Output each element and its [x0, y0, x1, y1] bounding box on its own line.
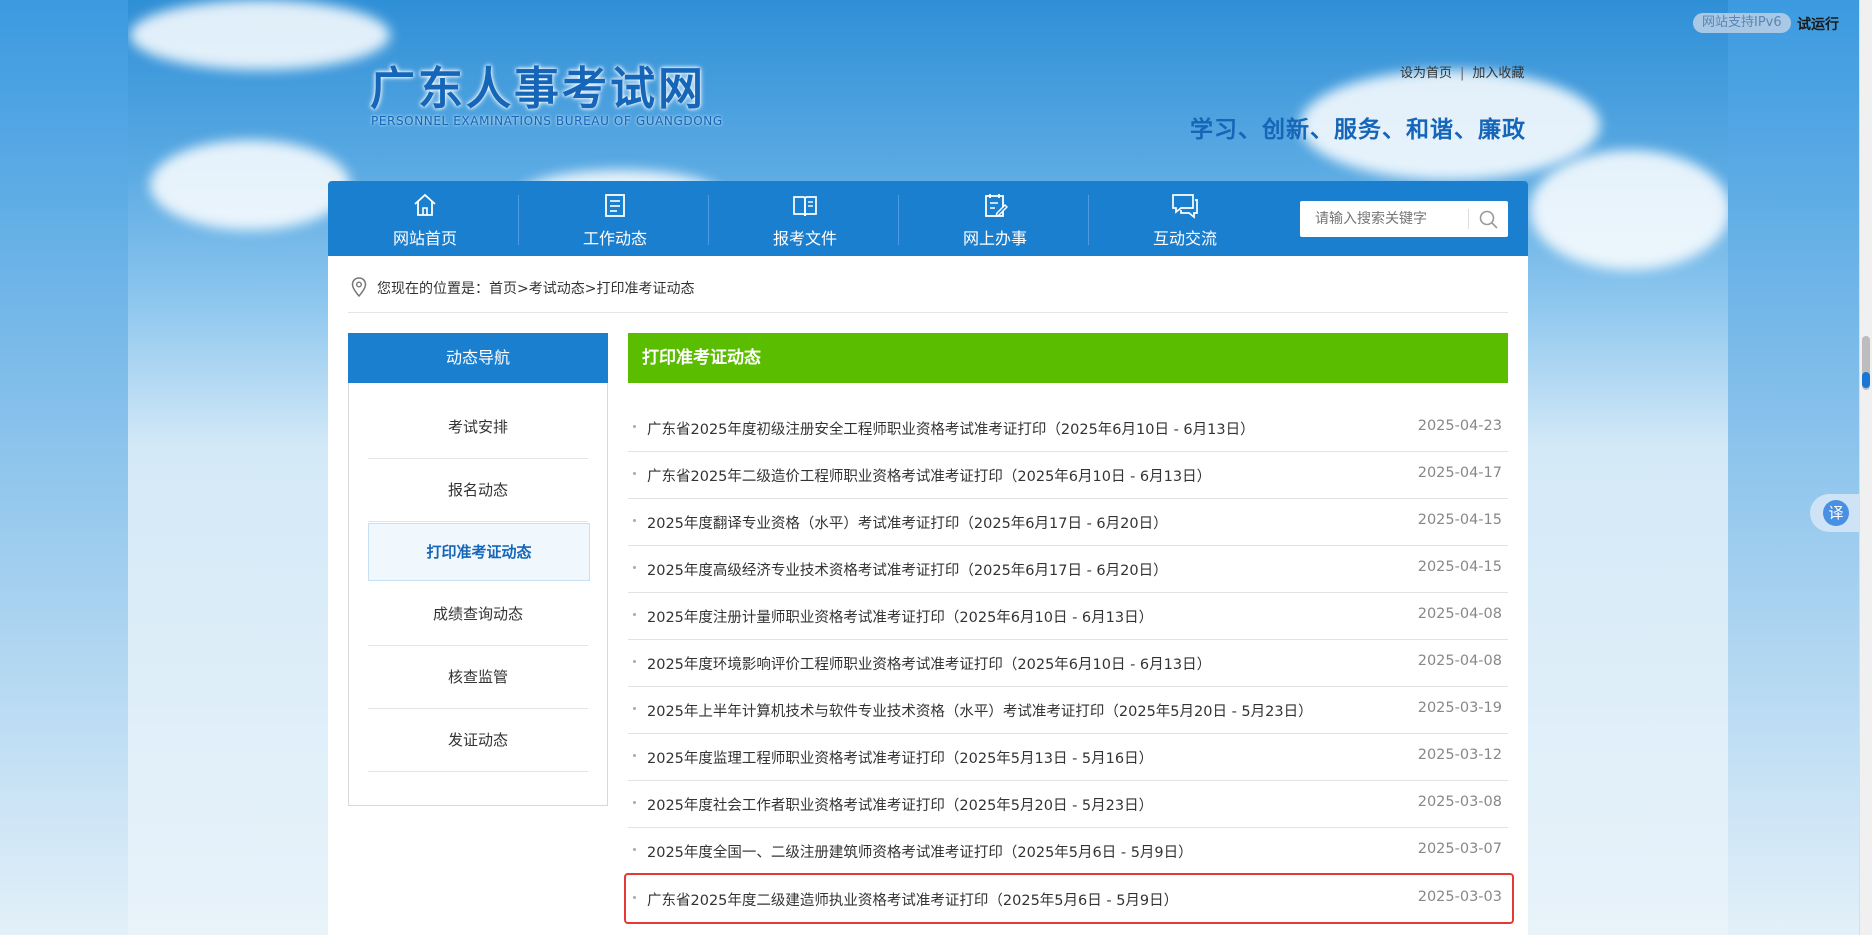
list-item-title[interactable]: 2025年上半年计算机技术与软件专业技术资格（水平）考试准考证打印（2025年5… [647, 700, 1313, 721]
cloud-decoration [1530, 150, 1730, 270]
list-doc-icon [605, 194, 625, 217]
sidebar-item-score-query[interactable]: 成绩查询动态 [368, 583, 588, 646]
site-slogan: 学习、创新、服务、和谐、廉政 [1190, 117, 1526, 143]
bullet-dot [633, 519, 636, 522]
sidebar-item-registration[interactable]: 报名动态 [368, 459, 588, 522]
set-home-link[interactable]: 设为首页 [1400, 66, 1452, 81]
site-search [1300, 201, 1508, 237]
scrollbar-indicator [1862, 372, 1870, 388]
sidebar-title: 动态导航 [348, 333, 608, 383]
sidebar-item-exam-schedule[interactable]: 考试安排 [368, 396, 588, 459]
list-item-title[interactable]: 2025年度社会工作者职业资格考试准考证打印（2025年5月20日 - 5月23… [647, 794, 1153, 815]
list-item[interactable]: 2025年度环境影响评价工程师职业资格考试准考证打印（2025年6月10日 - … [628, 639, 1508, 687]
list-item[interactable]: 2025年度监理工程师职业资格考试准考证打印（2025年5月13日 - 5月16… [628, 733, 1508, 781]
list-item[interactable]: 2025年度翻译专业资格（水平）考试准考证打印（2025年6月17日 - 6月2… [628, 498, 1508, 546]
top-links: 设为首页 | 加入收藏 [1400, 62, 1524, 81]
list-item-date: 2025-03-08 [1417, 794, 1502, 810]
bullet-dot [633, 707, 636, 710]
bullet-dot [633, 425, 636, 428]
location-pin-icon [351, 277, 367, 298]
cloud-decoration [150, 140, 350, 230]
list-item-date: 2025-04-08 [1417, 606, 1502, 622]
translate-float-button[interactable]: 译 [1810, 494, 1860, 532]
sidebar-item-admission-print[interactable]: 打印准考证动态 [368, 523, 590, 581]
bullet-dot [633, 472, 636, 475]
list-item[interactable]: 2025年上半年计算机技术与软件专业技术资格（水平）考试准考证打印（2025年5… [628, 686, 1508, 734]
nav-divider [708, 195, 709, 245]
nav-item-label: 网上办事 [962, 229, 1027, 248]
search-input[interactable] [1300, 201, 1473, 237]
translate-icon: 译 [1823, 500, 1849, 526]
link-separator: | [1460, 66, 1465, 81]
list-item-title[interactable]: 2025年度环境影响评价工程师职业资格考试准考证打印（2025年6月10日 - … [647, 653, 1211, 674]
nav-divider [1088, 195, 1089, 245]
nav-item-label: 互动交流 [1152, 229, 1217, 248]
list-item-title[interactable]: 2025年度监理工程师职业资格考试准考证打印（2025年5月13日 - 5月16… [647, 747, 1153, 768]
list-item-title[interactable]: 广东省2025年二级造价工程师职业资格考试准考证打印（2025年6月10日 - … [647, 465, 1211, 486]
nav-item-interaction[interactable]: 互动交流 [1090, 181, 1280, 256]
list-item-title[interactable]: 2025年度全国一、二级注册建筑师资格考试准考证打印（2025年5月6日 - 5… [647, 841, 1193, 862]
page-scrollbar[interactable] [1859, 0, 1872, 935]
nav-item-label: 报考文件 [772, 229, 837, 248]
nav-item-home[interactable]: 网站首页 [330, 181, 520, 256]
list-item[interactable]: 广东省2025年二级造价工程师职业资格考试准考证打印（2025年6月10日 - … [628, 451, 1508, 499]
cloud-decoration [130, 0, 390, 70]
ipv6-badge: 网站支持IPv6 [1693, 13, 1791, 33]
list-title: 打印准考证动态 [628, 333, 1508, 383]
bullet-dot [633, 801, 636, 804]
list-item-date: 2025-04-08 [1417, 653, 1502, 669]
search-icon[interactable] [1476, 207, 1502, 231]
book-icon [793, 196, 817, 217]
chat-icon [1172, 194, 1198, 219]
clipboard-edit-icon [985, 194, 1008, 218]
trial-run-label: 试运行 [1797, 17, 1839, 33]
list-item-date: 2025-03-19 [1417, 700, 1502, 716]
list-item-title[interactable]: 2025年度注册计量师职业资格考试准考证打印（2025年6月10日 - 6月13… [647, 606, 1153, 627]
list-item[interactable]: 2025年度社会工作者职业资格考试准考证打印（2025年5月20日 - 5月23… [628, 780, 1508, 828]
site-logo-subtitle: PERSONNEL EXAMINATIONS BUREAU OF GUANGDO… [371, 114, 723, 128]
highlight-box [624, 873, 1514, 924]
breadcrumb: 您现在的位置是：首页>考试动态>打印准考证动态 [377, 281, 695, 297]
list-item[interactable]: 2025年度注册计量师职业资格考试准考证打印（2025年6月10日 - 6月13… [628, 592, 1508, 640]
add-favorite-link[interactable]: 加入收藏 [1472, 66, 1524, 81]
nav-item-exam-files[interactable]: 报考文件 [710, 181, 900, 256]
list-item-date: 2025-03-07 [1417, 841, 1502, 857]
list-item[interactable]: 2025年度全国一、二级注册建筑师资格考试准考证打印（2025年5月6日 - 5… [628, 827, 1508, 875]
list-item[interactable]: 广东省2025年度初级注册安全工程师职业资格考试准考证打印（2025年6月10日… [628, 404, 1508, 452]
right-margin-background [1728, 0, 1860, 935]
breadcrumb-divider [348, 312, 1508, 313]
list-item-date: 2025-04-23 [1417, 418, 1502, 434]
list-item-title[interactable]: 2025年度高级经济专业技术资格考试准考证打印（2025年6月17日 - 6月2… [647, 559, 1168, 580]
list-item-date: 2025-04-15 [1417, 512, 1502, 528]
list-item-title[interactable]: 广东省2025年度初级注册安全工程师职业资格考试准考证打印（2025年6月10日… [647, 418, 1255, 439]
bullet-dot [633, 848, 636, 851]
search-divider [1468, 209, 1469, 229]
list-item[interactable]: 2025年度高级经济专业技术资格考试准考证打印（2025年6月17日 - 6月2… [628, 545, 1508, 593]
bullet-dot [633, 613, 636, 616]
nav-item-work-news[interactable]: 工作动态 [520, 181, 710, 256]
nav-item-online-service[interactable]: 网上办事 [900, 181, 1090, 256]
nav-item-label: 工作动态 [582, 229, 647, 248]
bullet-dot [633, 566, 636, 569]
list-item-date: 2025-03-12 [1417, 747, 1502, 763]
home-icon [414, 193, 436, 216]
sidebar-item-certificate[interactable]: 发证动态 [368, 709, 588, 772]
nav-divider [518, 195, 519, 245]
nav-divider [898, 195, 899, 245]
list-item-date: 2025-04-15 [1417, 559, 1502, 575]
sidebar-item-verification[interactable]: 核查监管 [368, 646, 588, 709]
list-item-date: 2025-04-17 [1417, 465, 1502, 481]
bullet-dot [633, 660, 636, 663]
bullet-dot [633, 754, 636, 757]
list-item-title[interactable]: 2025年度翻译专业资格（水平）考试准考证打印（2025年6月17日 - 6月2… [647, 512, 1168, 533]
left-margin-background [0, 0, 128, 935]
site-logo-title[interactable]: 广东人事考试网 [370, 52, 706, 117]
nav-item-label: 网站首页 [392, 229, 457, 248]
